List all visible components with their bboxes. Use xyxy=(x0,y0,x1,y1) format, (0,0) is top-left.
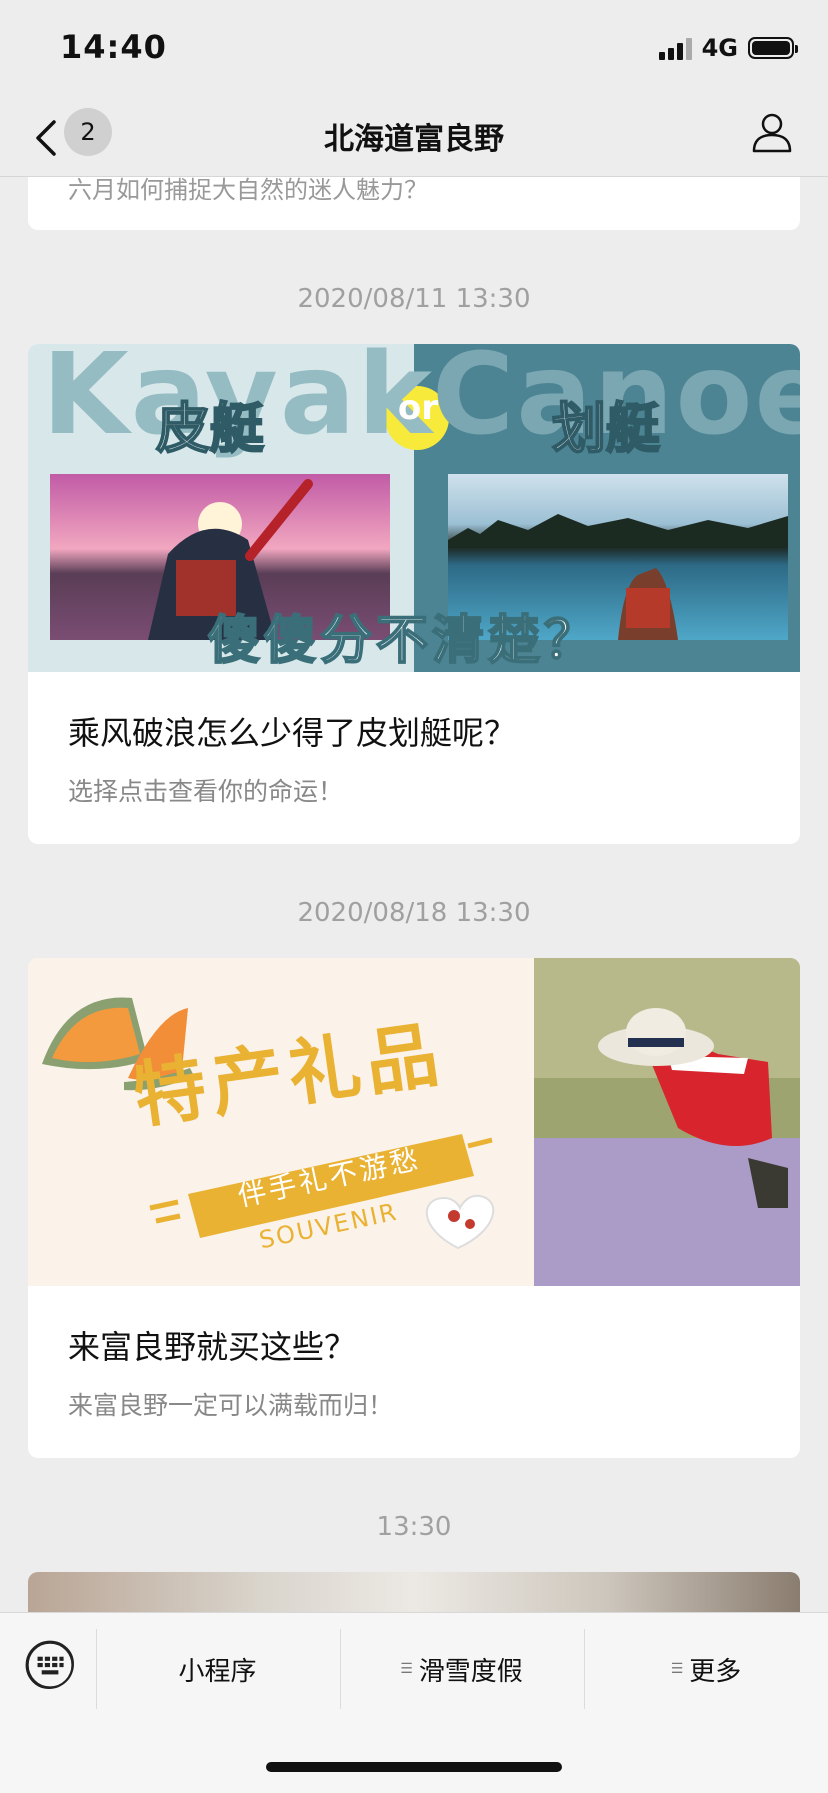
navigation-bar: 2 北海道富良野 xyxy=(0,100,828,177)
menu-item-ski-holiday[interactable]: ☰ 滑雪度假 xyxy=(340,1629,583,1709)
article-card[interactable]: Kayak Canoe 皮艇 or 划艇 傻傻分不清楚？ 乘风破浪怎么少得了皮划… xyxy=(28,344,800,844)
battery-icon xyxy=(748,37,798,59)
article-subtitle: 选择点击查看你的命运！ xyxy=(68,777,344,806)
menu-item-label: 小程序 xyxy=(178,1656,257,1687)
article-subtitle: 来富良野一定可以满载而归！ xyxy=(68,1391,394,1420)
timestamp: 2020/08/18 13:30 xyxy=(297,898,531,928)
menu-item-label: 更多 xyxy=(689,1656,742,1687)
page-title: 北海道富良野 xyxy=(324,122,504,157)
status-bar: 14:40 4G xyxy=(0,0,828,100)
menu-lines-icon: ☰ xyxy=(670,1661,684,1677)
article-cover-image: Kayak Canoe 皮艇 or 划艇 傻傻分不清楚？ xyxy=(28,344,800,672)
menu-item-label: 滑雪度假 xyxy=(418,1656,523,1687)
keyboard-icon[interactable] xyxy=(24,1639,74,1689)
status-time: 14:40 xyxy=(60,28,167,66)
article-title: 乘风破浪怎么少得了皮划艇呢？ xyxy=(68,714,517,752)
user-icon[interactable] xyxy=(750,110,794,154)
menu-item-mini-program[interactable]: 小程序 xyxy=(96,1629,339,1709)
status-indicators: 4G xyxy=(658,34,798,62)
menu-item-more[interactable]: ☰ 更多 xyxy=(584,1629,828,1709)
menu-lines-icon: ☰ xyxy=(400,1661,413,1677)
network-type: 4G xyxy=(701,34,738,62)
timestamp: 2020/08/11 13:30 xyxy=(297,284,531,314)
article-title: 来富良野就买这些？ xyxy=(68,1328,357,1366)
image-caption: 傻傻分不清楚？ xyxy=(207,610,601,672)
or-badge: or xyxy=(397,388,439,428)
kayak-label: 皮艇 xyxy=(155,396,265,461)
article-card[interactable]: 特产礼品 伴手礼不游愁 SOUVENIR 来富良野就买这些？ 来富良野一定可以满… xyxy=(28,958,800,1458)
timestamp: 13:30 xyxy=(376,1512,452,1542)
signal-icon xyxy=(658,36,692,60)
article-cover-image: 特产礼品 伴手礼不游愁 SOUVENIR xyxy=(28,958,800,1286)
home-indicator[interactable] xyxy=(266,1762,562,1772)
canoe-label: 划艇 xyxy=(551,396,661,461)
